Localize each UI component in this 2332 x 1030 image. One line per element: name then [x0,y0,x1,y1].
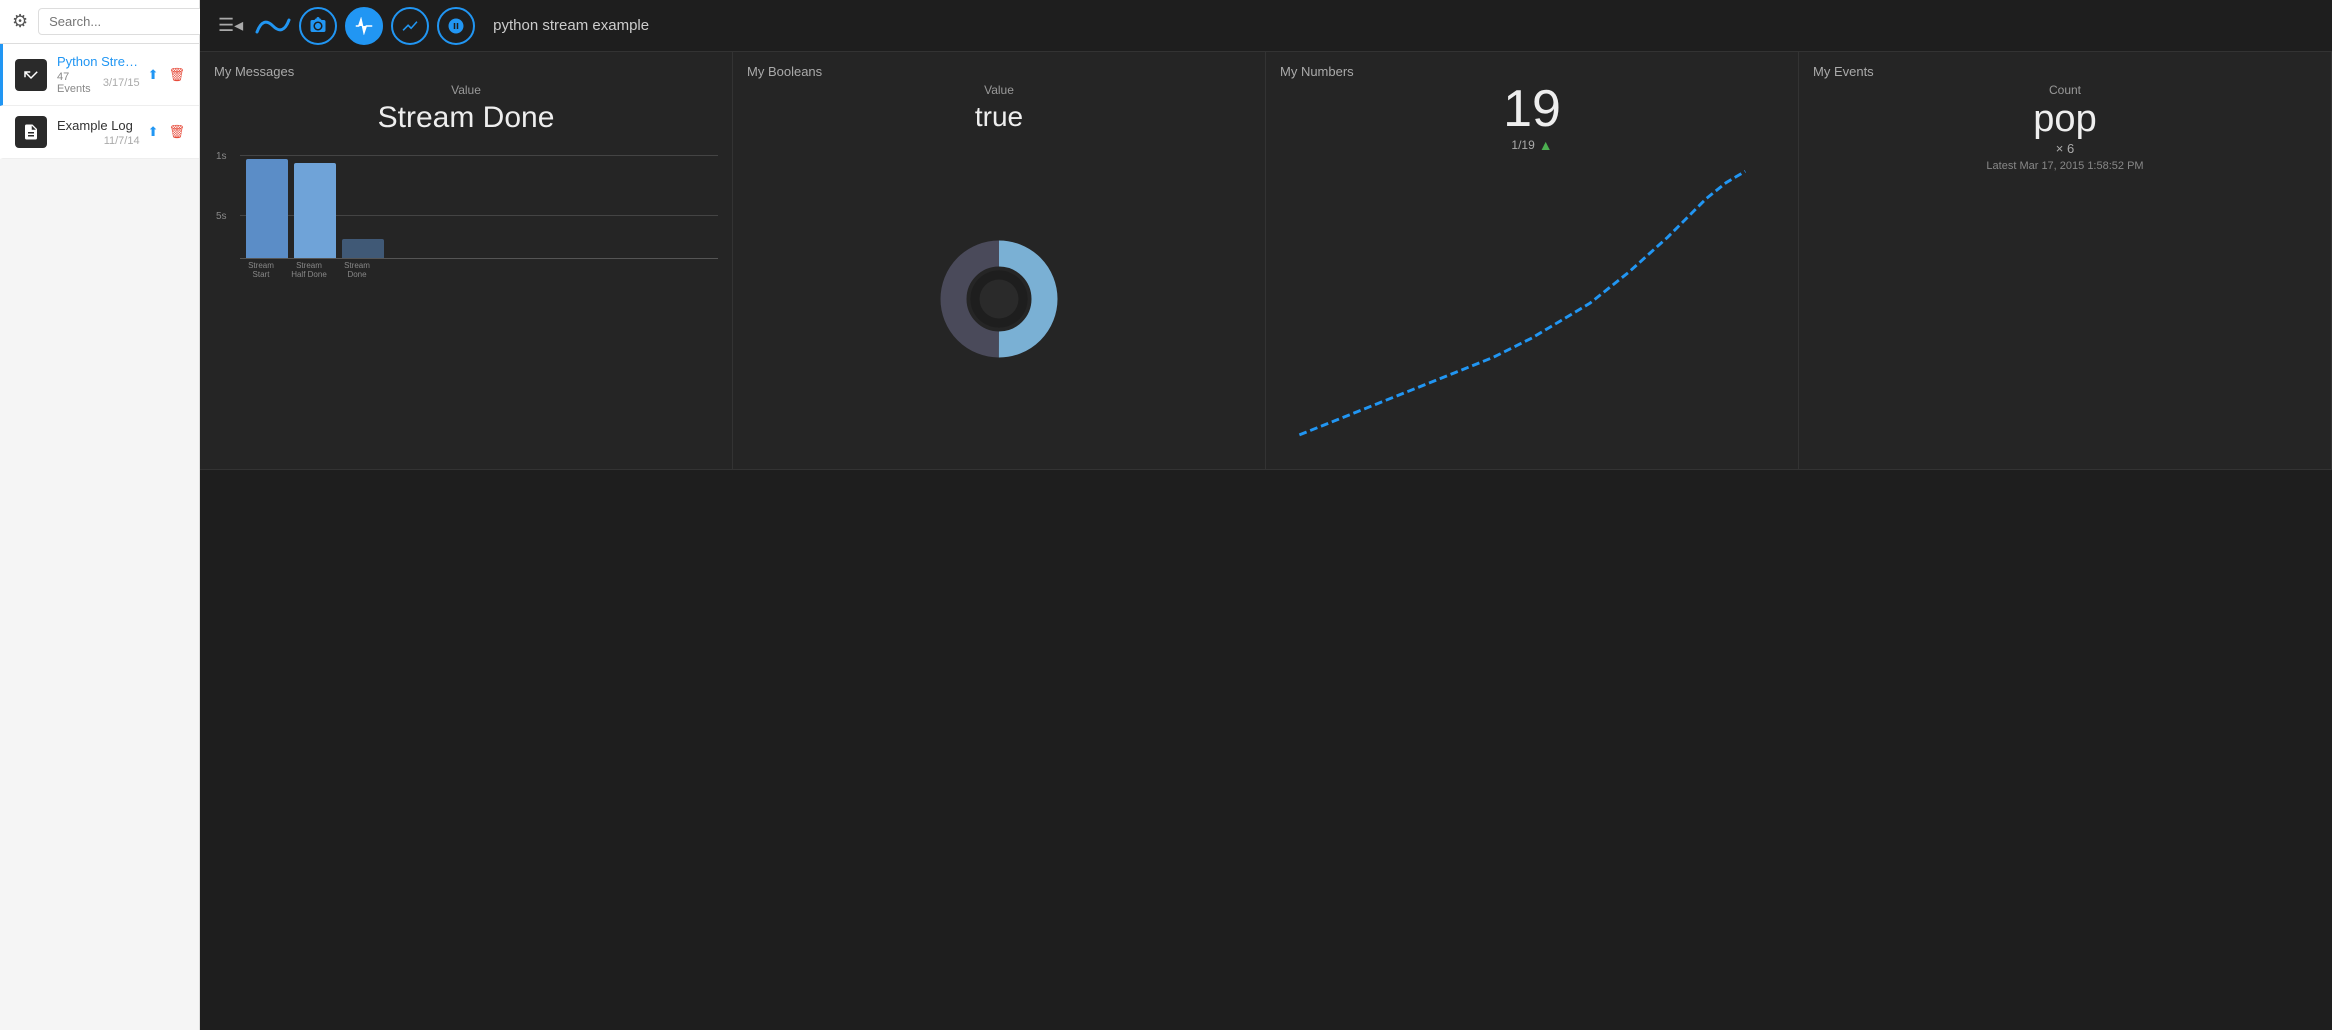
dashboard: My Messages Value Stream Done 1s 5s [200,52,2332,1030]
bar-1 [246,159,288,259]
x-label-1: Stream Start [240,261,282,279]
logo [255,8,291,44]
booleans-value-label: Value [747,83,1251,97]
events-latest: Latest Mar 17, 2015 1:58:52 PM [1813,160,2317,172]
item-actions: ⬆ 🗑 [146,122,187,142]
log-icon [15,116,47,148]
y-label-5s: 5s [216,211,227,222]
gauge-icon-btn[interactable] [437,7,475,45]
booleans-current-value: true [747,101,1251,133]
events-panel: My Events Count pop × 6 Latest Mar 17, 2… [1799,52,2332,470]
numbers-line-chart [1280,161,1784,457]
pulse-icon-btn[interactable] [345,7,383,45]
bar-2 [294,163,336,259]
item-date: 3/17/15 [103,77,140,89]
messages-bar-chart: 1s 5s Stream Start [214,135,718,457]
bar-3 [342,239,384,259]
y-label-1s: 1s [216,151,227,162]
numbers-sub: 1/19 ▲ [1280,137,1784,153]
sidebar: ⚙ Python Stream Example 47 Events 3/17/1… [0,0,200,1030]
donut-chart [934,234,1064,364]
x-label-2: Stream Half Done [288,261,330,279]
dashboard-bottom [200,470,2332,1030]
item-content: Python Stream Example 47 Events 3/17/15 [57,54,140,95]
up-arrow-icon: ▲ [1539,137,1553,153]
topbar-title: python stream example [493,17,649,34]
booleans-donut-container [747,141,1251,457]
topbar: ☰◂ python stre [200,0,2332,52]
settings-button[interactable]: ⚙ [10,9,30,34]
events-multiplier: × 6 [1813,141,2317,156]
sidebar-item-python-stream[interactable]: Python Stream Example 47 Events 3/17/15 … [0,44,199,106]
item-content: Example Log 11/7/14 [57,118,140,147]
share-button[interactable]: ⬆ [146,122,161,142]
booleans-panel-title: My Booleans [747,64,1251,79]
y-gridline-1 [240,155,718,156]
snapshot-icon-btn[interactable] [299,7,337,45]
sidebar-header: ⚙ [0,0,199,44]
x-labels: Stream Start Stream Half Done Stream Don… [240,261,378,279]
chart-icon-btn[interactable] [391,7,429,45]
x-label-3: Stream Done [336,261,378,279]
numbers-panel-title: My Numbers [1280,64,1784,79]
sidebar-list: Python Stream Example 47 Events 3/17/15 … [0,44,199,1030]
menu-button[interactable]: ☰◂ [214,11,247,40]
sidebar-item-example-log[interactable]: Example Log 11/7/14 ⬆ 🗑 [0,106,199,159]
item-meta: 47 Events 3/17/15 [57,71,140,95]
booleans-panel: My Booleans Value true [733,52,1266,470]
line-chart-svg [1280,161,1784,457]
main-content: ☰◂ python stre [200,0,2332,1030]
item-title: Python Stream Example [57,54,140,69]
messages-panel: My Messages Value Stream Done 1s 5s [200,52,733,470]
item-events: 47 Events [57,71,103,95]
delete-button[interactable]: 🗑 [166,122,187,142]
messages-panel-title: My Messages [214,64,718,79]
item-actions: ⬆ 🗑 [146,65,187,85]
messages-current-value: Stream Done [214,101,718,135]
bar-group [246,159,384,259]
numbers-big-number: 19 [1280,83,1784,135]
delete-button[interactable]: 🗑 [166,65,187,85]
events-current-value: pop [1813,99,2317,141]
item-title: Example Log [57,118,140,133]
events-count-label: Count [1813,83,2317,97]
events-panel-title: My Events [1813,64,2317,79]
item-meta: 11/7/14 [57,135,140,147]
x-axis [240,258,718,259]
item-date: 11/7/14 [104,135,140,147]
stream-icon [15,59,47,91]
share-button[interactable]: ⬆ [146,65,161,85]
numbers-panel: My Numbers 19 1/19 ▲ [1266,52,1799,470]
messages-value-label: Value [214,83,718,97]
numbers-sub-text: 1/19 [1511,138,1534,152]
